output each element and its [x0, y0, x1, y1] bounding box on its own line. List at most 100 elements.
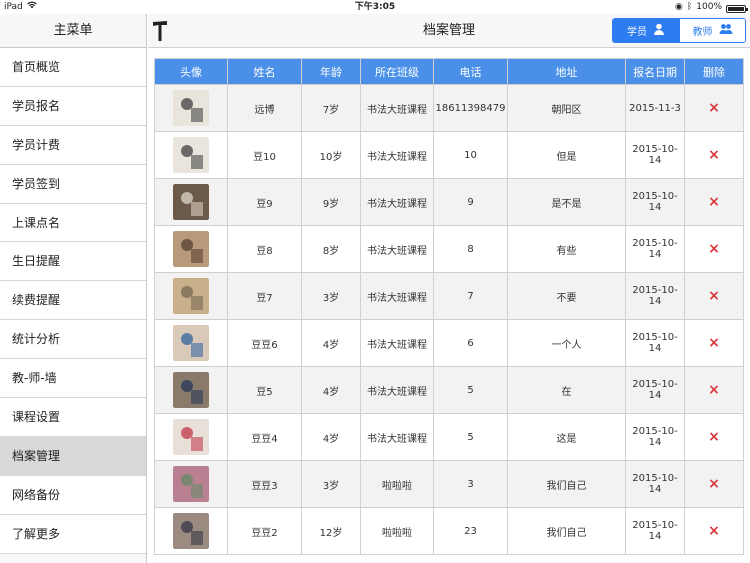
segment-student[interactable]: 学员	[613, 19, 679, 42]
avatar[interactable]	[173, 137, 209, 173]
delete-icon[interactable]: ×	[708, 194, 720, 210]
column-header[interactable]: 报名日期	[625, 58, 685, 85]
sidebar-item[interactable]: 学员计费	[0, 125, 146, 165]
sidebar-item[interactable]: 档案管理	[0, 436, 146, 476]
delete-cell: ×	[684, 366, 744, 414]
delete-icon[interactable]: ×	[708, 523, 720, 539]
delete-icon[interactable]: ×	[708, 288, 720, 304]
cell-age: 3岁	[301, 460, 361, 508]
table-row[interactable]: 豆豆4 4岁 书法大班课程 5 这是 2015-10-14 ×	[154, 413, 744, 461]
cell-class: 啦啦啦	[360, 460, 434, 508]
sidebar-item[interactable]: 网络备份	[0, 475, 146, 515]
top-bar: 档案管理 学员 教师	[148, 14, 750, 48]
avatar[interactable]	[173, 184, 209, 220]
cell-age: 7岁	[301, 84, 361, 132]
sidebar-item[interactable]: 续费提醒	[0, 281, 146, 321]
cell-class: 书法大班课程	[360, 272, 434, 320]
table-row[interactable]: 远博 7岁 书法大班课程 18611398479 朝阳区 2015-11-3 ×	[154, 84, 744, 132]
cell-date: 2015-10-14	[625, 413, 685, 461]
cell-date: 2015-10-14	[625, 319, 685, 367]
cell-phone: 9	[433, 178, 508, 226]
sidebar-item[interactable]: 生日提醒	[0, 242, 146, 282]
cell-age: 12岁	[301, 507, 361, 555]
delete-icon[interactable]: ×	[708, 382, 720, 398]
table-row[interactable]: 豆豆3 3岁 啦啦啦 3 我们自己 2015-10-14 ×	[154, 460, 744, 508]
segment-student-label: 学员	[627, 27, 647, 38]
column-header[interactable]: 地址	[507, 58, 626, 85]
role-segmented-control: 学员 教师	[612, 18, 746, 43]
column-header[interactable]: 姓名	[227, 58, 302, 85]
cell-address: 在	[507, 366, 626, 414]
delete-icon[interactable]: ×	[708, 241, 720, 257]
cell-age: 4岁	[301, 319, 361, 367]
cell-name: 豆豆6	[227, 319, 302, 367]
avatar-cell	[154, 319, 228, 367]
avatar[interactable]	[173, 90, 209, 126]
cell-class: 书法大班课程	[360, 225, 434, 273]
delete-cell: ×	[684, 319, 744, 367]
cell-address: 是不是	[507, 178, 626, 226]
sidebar-item[interactable]: 首页概览	[0, 48, 146, 87]
sidebar-item[interactable]: 课程设置	[0, 398, 146, 437]
table-row[interactable]: 豆5 4岁 书法大班课程 5 在 2015-10-14 ×	[154, 366, 744, 414]
avatar[interactable]	[173, 325, 209, 361]
records-table-wrapper: 头像 姓名 年龄 所在班级 电话 地址 报名日期 删除 远博 7岁 书法大班课程 186113984…	[154, 58, 744, 555]
cell-address: 一个人	[507, 319, 626, 367]
delete-icon[interactable]: ×	[708, 147, 720, 163]
delete-cell: ×	[684, 507, 744, 555]
cell-address: 但是	[507, 131, 626, 179]
cell-address: 这是	[507, 413, 626, 461]
cell-address: 不要	[507, 272, 626, 320]
table-row[interactable]: 豆7 3岁 书法大班课程 7 不要 2015-10-14 ×	[154, 272, 744, 320]
sidebar-item[interactable]: 了解更多	[0, 514, 146, 554]
column-header[interactable]: 所在班级	[360, 58, 434, 85]
delete-cell: ×	[684, 131, 744, 179]
avatar[interactable]	[173, 513, 209, 549]
cell-date: 2015-10-14	[625, 366, 685, 414]
cell-class: 书法大班课程	[360, 131, 434, 179]
column-header[interactable]: 电话	[433, 58, 508, 85]
cell-class: 书法大班课程	[360, 366, 434, 414]
segment-teacher[interactable]: 教师	[679, 19, 745, 42]
table-header-row: 头像 姓名 年龄 所在班级 电话 地址 报名日期 删除	[154, 58, 744, 85]
sidebar-item[interactable]: 上课点名	[0, 203, 146, 243]
avatar[interactable]	[173, 419, 209, 455]
avatar-cell	[154, 413, 228, 461]
sidebar-item[interactable]: 学员报名	[0, 86, 146, 126]
table-row[interactable]: 豆9 9岁 书法大班课程 9 是不是 2015-10-14 ×	[154, 178, 744, 226]
cell-name: 豆豆2	[227, 507, 302, 555]
delete-icon[interactable]: ×	[708, 100, 720, 116]
delete-icon[interactable]: ×	[708, 335, 720, 351]
cell-age: 4岁	[301, 413, 361, 461]
delete-icon[interactable]: ×	[708, 429, 720, 445]
cell-date: 2015-10-14	[625, 460, 685, 508]
table-row[interactable]: 豆豆2 12岁 啦啦啦 23 我们自己 2015-10-14 ×	[154, 507, 744, 555]
delete-icon[interactable]: ×	[708, 476, 720, 492]
battery-percent: 100%	[696, 2, 722, 12]
avatar[interactable]	[173, 231, 209, 267]
column-header[interactable]: 删除	[684, 58, 744, 85]
avatar[interactable]	[173, 466, 209, 502]
sidebar-item[interactable]: 统计分析	[0, 320, 146, 360]
cell-phone: 5	[433, 366, 508, 414]
sidebar-item[interactable]: 学员签到	[0, 164, 146, 204]
cell-class: 书法大班课程	[360, 319, 434, 367]
sidebar-menu: 首页概览 学员报名 学员计费 学员签到 上课点名 生日提醒 续费提醒 统计分析 教-师-墙 课程设…	[0, 48, 146, 554]
cell-name: 远博	[227, 84, 302, 132]
table-row[interactable]: 豆豆6 4岁 书法大班课程 6 一个人 2015-10-14 ×	[154, 319, 744, 367]
cell-phone: 5	[433, 413, 508, 461]
avatar-cell	[154, 507, 228, 555]
person-icon	[653, 23, 665, 38]
status-time: 下午3:05	[354, 2, 396, 12]
sidebar-item[interactable]: 教-师-墙	[0, 359, 146, 399]
cell-date: 2015-10-14	[625, 131, 685, 179]
avatar[interactable]	[173, 372, 209, 408]
table-row[interactable]: 豆10 10岁 书法大班课程 10 但是 2015-10-14 ×	[154, 131, 744, 179]
table-row[interactable]: 豆8 8岁 书法大班课程 8 有些 2015-10-14 ×	[154, 225, 744, 273]
column-header[interactable]: 头像	[154, 58, 228, 85]
column-header[interactable]: 年龄	[301, 58, 361, 85]
avatar-cell	[154, 225, 228, 273]
cell-date: 2015-11-3	[625, 84, 685, 132]
avatar[interactable]	[173, 278, 209, 314]
cell-address: 我们自己	[507, 460, 626, 508]
